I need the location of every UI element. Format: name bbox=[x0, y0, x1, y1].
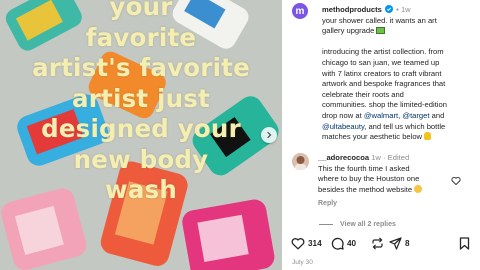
commenter-username[interactable]: __adorecocoa bbox=[318, 153, 369, 162]
author-username[interactable]: methodproducts bbox=[322, 5, 382, 14]
caption-line: introducing the artist collection. from bbox=[322, 47, 444, 57]
divider-dash bbox=[319, 224, 333, 225]
caption-line: communities. shop the limited-edition bbox=[322, 100, 447, 110]
caption-line: with 7 latinx creators to craft vibrant bbox=[322, 68, 442, 78]
verified-badge-icon bbox=[385, 5, 394, 13]
view-replies-button[interactable]: View all 2 replies bbox=[319, 221, 396, 228]
caption-line: your shower called. it wants an art bbox=[322, 15, 437, 25]
overlay-line: your bbox=[109, 0, 173, 21]
chevron-right-icon bbox=[267, 131, 272, 139]
next-image-button[interactable] bbox=[261, 127, 277, 143]
caption-line: and tell us which bottle bbox=[368, 121, 446, 131]
repost-button[interactable] bbox=[371, 237, 387, 250]
post-time[interactable]: 1w bbox=[401, 5, 411, 14]
caption-line: chicago to san juan, we teamed up bbox=[322, 57, 440, 67]
caption-line: artwork and bespoke fragrances that bbox=[322, 79, 446, 89]
avatar-image bbox=[292, 153, 309, 170]
repost-icon bbox=[372, 237, 383, 250]
smiling-face-emoji-icon bbox=[414, 184, 423, 193]
caption-line: celebrate their roots and bbox=[322, 89, 404, 99]
overlay-line: wash bbox=[105, 175, 177, 204]
caption-line: gallery upgrade bbox=[322, 26, 375, 36]
share-count: 8 bbox=[405, 239, 410, 248]
caption-line: and bbox=[431, 110, 445, 120]
like-button[interactable]: 314 bbox=[291, 237, 322, 250]
like-count: 314 bbox=[308, 239, 322, 248]
pointing-down-emoji-icon bbox=[424, 132, 432, 141]
heart-icon bbox=[291, 238, 305, 250]
paper-plane-icon bbox=[389, 237, 402, 250]
post-date[interactable]: July 30 bbox=[292, 259, 313, 266]
comment-line: This the fourth time I asked bbox=[318, 163, 410, 173]
reply-button[interactable]: Reply bbox=[318, 200, 337, 207]
comment-line: besides the method website bbox=[318, 184, 413, 194]
share-button[interactable]: 8 bbox=[389, 237, 410, 250]
bookmark-icon bbox=[459, 237, 470, 250]
overlay-line: favorite bbox=[85, 22, 197, 52]
comment: __adorecocoa 1w · Edited This the fourth… bbox=[318, 153, 468, 195]
framed-picture-emoji-icon bbox=[376, 27, 386, 35]
caption-line: drop now at bbox=[322, 110, 362, 120]
comment-edited-label: Edited bbox=[387, 153, 410, 162]
author-avatar[interactable]: m bbox=[292, 3, 308, 19]
comment-count: 40 bbox=[347, 239, 357, 248]
caption-line: matches your aesthetic below bbox=[322, 132, 423, 142]
mention-target[interactable]: @target bbox=[402, 111, 429, 120]
image-overlay-headline: your favorite artist's favorite artist j… bbox=[0, 0, 282, 206]
overlay-line: designed your bbox=[41, 114, 241, 143]
overlay-line: artist just bbox=[72, 83, 210, 113]
commenter-avatar[interactable] bbox=[292, 153, 309, 170]
mention-ultabeauty[interactable]: @ultabeauty bbox=[322, 122, 364, 131]
caption: methodproducts • 1w your shower called. … bbox=[322, 5, 480, 143]
comment-bubble-icon bbox=[331, 237, 344, 250]
like-comment-heart-icon[interactable] bbox=[451, 176, 461, 186]
comment-time[interactable]: 1w bbox=[371, 153, 381, 162]
comment-button[interactable]: 40 bbox=[331, 237, 356, 250]
post-image: your favorite artist's favorite artist j… bbox=[0, 0, 282, 270]
save-button[interactable] bbox=[459, 237, 473, 250]
overlay-line: new body bbox=[73, 144, 209, 174]
overlay-line: artist's favorite bbox=[32, 53, 250, 82]
comment-line: where to buy the Houston one bbox=[318, 174, 420, 184]
mention-walmart[interactable]: @walmart bbox=[364, 111, 398, 120]
separator-dot: • bbox=[396, 5, 399, 14]
action-bar: 314 40 8 bbox=[291, 237, 475, 255]
